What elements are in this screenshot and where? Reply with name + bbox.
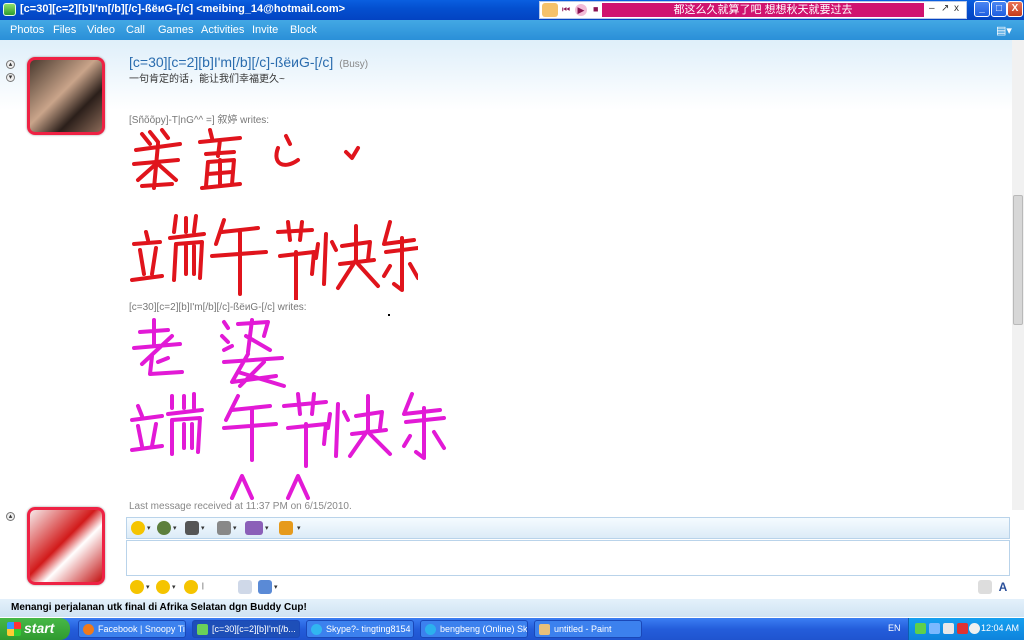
wink-small-dropdown-icon[interactable]: ▾ — [172, 583, 176, 591]
emoticon-small-icon[interactable] — [130, 580, 144, 594]
menu-invite[interactable]: Invite — [252, 24, 278, 36]
background-color-dropdown-icon[interactable]: ▾ — [274, 583, 278, 591]
composer-toolbar: ▾ ▾ ▾ ▾ ▾ ▾ — [126, 517, 1010, 539]
photo-share-icon[interactable] — [217, 521, 231, 535]
skype-chat-icon — [425, 624, 436, 635]
user-avatar[interactable] — [27, 507, 105, 585]
minimize-button[interactable]: _ — [974, 1, 990, 17]
clock: 12:04 AM — [981, 623, 1020, 633]
photo-dropdown-icon[interactable]: ▾ — [233, 524, 237, 532]
volume-icon[interactable] — [943, 623, 954, 634]
now-playing-bar: ⏮ ▶ ■ 都这么久就算了吧 想想秋天就要过去 – ↗ x — [539, 1, 967, 19]
task-label: bengbeng (Online) Sk... — [440, 624, 528, 634]
divider: | — [202, 583, 204, 590]
now-playing-title[interactable]: 都这么久就算了吧 想想秋天就要过去 — [602, 3, 924, 17]
antivirus-icon[interactable] — [969, 623, 980, 634]
menu-video[interactable]: Video — [87, 24, 115, 36]
menu-photos[interactable]: Photos — [10, 24, 44, 36]
menu-files[interactable]: Files — [53, 24, 76, 36]
messenger-task-icon — [197, 624, 208, 635]
wink-dropdown-icon[interactable]: ▾ — [173, 524, 177, 532]
handwriting-icon[interactable] — [978, 580, 992, 594]
task-label: [c=30][c=2][b]I'm[/b... — [212, 624, 296, 634]
background-icon[interactable] — [245, 521, 263, 535]
text-mode-icon[interactable]: A — [996, 580, 1010, 594]
task-label: Skype?- tingting8154 — [326, 624, 411, 634]
language-indicator[interactable]: EN — [888, 623, 901, 633]
menu-activities[interactable]: Activities — [201, 24, 244, 36]
font-icon[interactable] — [238, 580, 252, 594]
task-messenger[interactable]: [c=30][c=2][b]I'm[/b... — [192, 620, 300, 638]
nudge-dropdown-icon[interactable]: ▾ — [297, 524, 301, 532]
np-minimize-button[interactable]: – — [929, 3, 935, 14]
start-label: start — [24, 620, 55, 636]
nudge-small-icon[interactable] — [184, 580, 198, 594]
contact-avatar[interactable] — [27, 57, 105, 135]
messenger-tray-icon[interactable] — [915, 623, 926, 634]
wink-small-icon[interactable] — [156, 580, 170, 594]
paint-icon — [539, 624, 550, 635]
handwriting-message-2 — [130, 318, 446, 500]
background-color-icon[interactable] — [258, 580, 272, 594]
handwriting-message-1 — [130, 128, 418, 300]
windows-logo-icon — [7, 622, 21, 636]
task-label: Facebook | Snoopy Ti... — [98, 624, 186, 634]
network-icon[interactable] — [929, 623, 940, 634]
nudge-icon[interactable] — [279, 521, 293, 535]
collapse-bottom-icon[interactable]: ▴ — [6, 512, 15, 521]
options-menu-icon[interactable]: ▤▾ — [996, 24, 1012, 37]
start-button[interactable]: start — [0, 618, 70, 640]
emoticon-icon[interactable] — [131, 521, 145, 535]
np-close-button[interactable]: x — [954, 3, 959, 14]
voice-dropdown-icon[interactable]: ▾ — [201, 524, 205, 532]
close-button[interactable]: X — [1007, 1, 1023, 17]
personal-message: 一句肯定的话，能让我们幸福更久~ — [129, 74, 285, 85]
display-options-icon[interactable]: ▾ — [6, 73, 15, 82]
contact-status: (Busy) — [339, 59, 369, 70]
media-player-icon[interactable] — [542, 3, 558, 17]
emoticon-small-dropdown-icon[interactable]: ▾ — [146, 583, 150, 591]
collapse-top-icon[interactable]: ▴ — [6, 60, 15, 69]
promo-link[interactable]: Menangi perjalanan utk final di Afrika S… — [11, 602, 307, 613]
security-icon[interactable] — [957, 623, 968, 634]
scrollbar-thumb[interactable] — [1013, 195, 1023, 325]
contact-name: [c=30][c=2][b]I'm[/b][/c]-ßёиG-[/c] (Busy… — [129, 54, 368, 70]
menu-block[interactable]: Block — [290, 24, 317, 36]
skype-icon — [311, 624, 322, 635]
firefox-icon — [83, 624, 94, 635]
messenger-icon — [3, 3, 16, 16]
format-toolbar: ▾ ▾ | ▾ A — [126, 577, 1010, 595]
status-line: Menangi perjalanan utk final di Afrika S… — [0, 599, 1024, 617]
emoticon-dropdown-icon[interactable]: ▾ — [147, 524, 151, 532]
play-icon[interactable]: ▶ — [575, 4, 587, 16]
task-bengbeng[interactable]: bengbeng (Online) Sk... — [420, 620, 528, 638]
last-message-received: Last message received at 11:37 PM on 6/1… — [129, 501, 352, 512]
maximize-button[interactable]: □ — [991, 1, 1007, 17]
task-skype[interactable]: Skype?- tingting8154 — [306, 620, 414, 638]
message-sender-2: [c=30][c=2][b]I'm[/b][/c]-ßёиG-[/c] writ… — [129, 302, 307, 313]
voice-clip-icon[interactable] — [185, 521, 199, 535]
background-dropdown-icon[interactable]: ▾ — [265, 524, 269, 532]
wink-icon[interactable] — [157, 521, 171, 535]
task-paint[interactable]: untitled - Paint — [534, 620, 642, 638]
taskbar: start Facebook | Snoopy Ti... [c=30][c=2… — [0, 618, 1024, 640]
message-input[interactable] — [126, 540, 1010, 576]
menu-games[interactable]: Games — [158, 24, 193, 36]
contact-name-text: [c=30][c=2][b]I'm[/b][/c]-ßёиG-[/c] — [129, 54, 334, 70]
stop-icon[interactable]: ■ — [593, 4, 598, 14]
task-label: untitled - Paint — [554, 624, 612, 634]
menu-bar: Photos Files Video Call Games Activities… — [0, 20, 1024, 40]
np-restore-button[interactable]: ↗ — [941, 3, 949, 14]
window-title: [c=30][c=2][b]I'm[/b][/c]-ßёиG-[/c] <mei… — [20, 3, 346, 15]
title-bar[interactable]: [c=30][c=2][b]I'm[/b][/c]-ßёиG-[/c] <mei… — [0, 0, 1024, 20]
menu-call[interactable]: Call — [126, 24, 145, 36]
previous-track-icon[interactable]: ⏮ — [562, 4, 570, 15]
task-facebook[interactable]: Facebook | Snoopy Ti... — [78, 620, 186, 638]
